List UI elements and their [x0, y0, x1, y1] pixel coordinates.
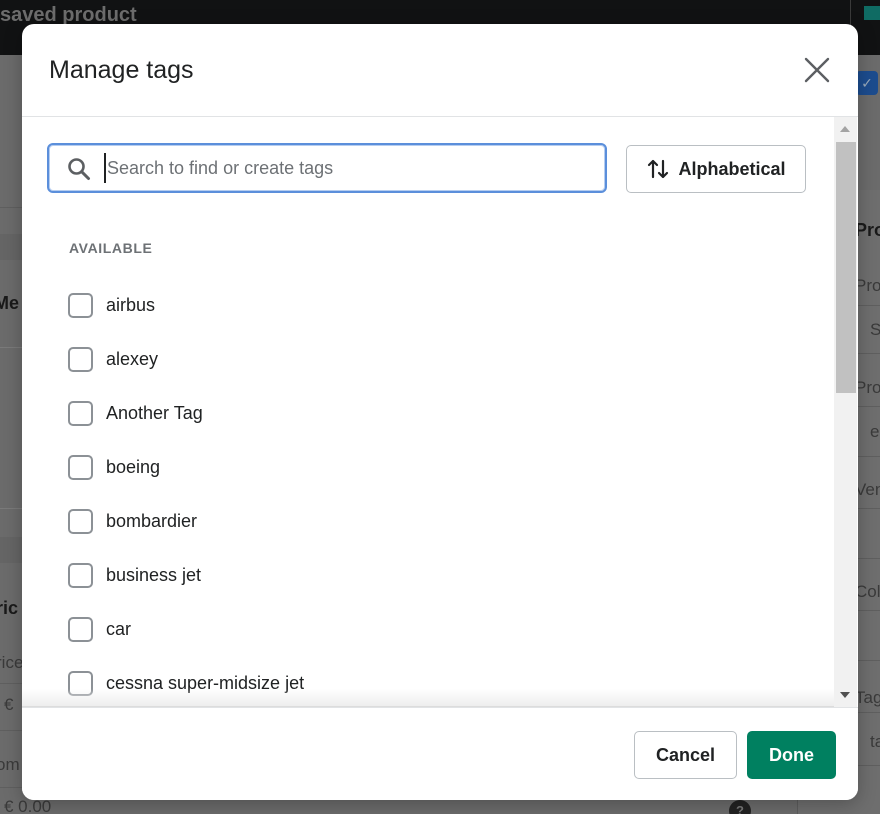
- background-field-value: e: [870, 422, 880, 441]
- tag-label: bombardier: [106, 510, 198, 531]
- sort-arrows-icon: [648, 159, 669, 179]
- search-field[interactable]: [47, 143, 607, 193]
- search-icon: [68, 158, 90, 180]
- background-divider: [0, 207, 22, 208]
- background-product-heading: Pro: [855, 220, 880, 240]
- help-icon: ?: [729, 800, 751, 814]
- background-band: [0, 234, 22, 260]
- background-divider: [0, 730, 22, 731]
- background-divider: [856, 558, 880, 559]
- background-vendor-label: Ven: [855, 480, 880, 499]
- background-divider: [0, 508, 22, 509]
- background-divider: [856, 660, 880, 661]
- tag-checkbox[interactable]: [68, 400, 93, 426]
- tag-option[interactable]: car: [68, 602, 828, 656]
- background-compare-label: om: [0, 755, 20, 774]
- tag-option[interactable]: bombardier: [68, 494, 828, 548]
- tag-label: car: [106, 618, 132, 639]
- close-icon: [804, 57, 830, 83]
- background-divider: [856, 712, 880, 713]
- background-divider: [0, 683, 22, 684]
- flag-icon: [864, 6, 880, 20]
- background-checkbox-checked-icon: ✓: [856, 71, 878, 95]
- tag-label: alexey: [106, 348, 159, 369]
- tag-checkbox[interactable]: [68, 454, 93, 480]
- background-product-label: Pro: [855, 378, 880, 397]
- modal-title: Manage tags: [49, 56, 194, 84]
- background-tags-label: Tag: [855, 688, 880, 707]
- manage-tags-modal: Manage tags Alphabetical AVAILABLE: [22, 24, 858, 800]
- tag-checkbox[interactable]: [68, 562, 93, 588]
- available-section-heading: AVAILABLE: [69, 240, 153, 256]
- tag-checkbox[interactable]: [68, 508, 93, 534]
- background-collections-label: Col: [855, 582, 880, 601]
- tag-option[interactable]: boeing: [68, 440, 828, 494]
- background-currency: €: [4, 695, 14, 714]
- background-band: [0, 537, 22, 563]
- done-button[interactable]: Done: [747, 731, 836, 779]
- close-button[interactable]: [802, 55, 832, 85]
- cancel-button[interactable]: Cancel: [634, 731, 737, 779]
- scroll-fade: [22, 689, 834, 707]
- background-divider: [856, 406, 880, 407]
- tag-checkbox[interactable]: [68, 616, 93, 642]
- background-media-heading: Me: [0, 293, 20, 313]
- tag-label: business jet: [106, 564, 202, 585]
- tag-option[interactable]: alexey: [68, 332, 828, 386]
- tag-option[interactable]: business jet: [68, 548, 828, 602]
- tag-list: airbus alexey Another Tag boeing bombard…: [68, 278, 828, 707]
- background-product-label: Pro: [855, 276, 880, 295]
- modal-header: Manage tags: [22, 24, 858, 117]
- background-divider: [856, 765, 880, 766]
- background-divider: [856, 610, 880, 611]
- tag-label: Another Tag: [106, 402, 203, 423]
- scrollbar-thumb[interactable]: [836, 142, 856, 393]
- scrollbar[interactable]: [834, 117, 857, 707]
- tag-label: boeing: [106, 456, 161, 477]
- search-input[interactable]: [104, 153, 594, 183]
- background-tags-value: ta: [870, 732, 880, 751]
- tag-checkbox[interactable]: [68, 346, 93, 372]
- background-pricing-heading: ric: [0, 598, 19, 618]
- tag-option[interactable]: airbus: [68, 278, 828, 332]
- modal-body: Alphabetical AVAILABLE airbus alexey Ano…: [22, 117, 858, 707]
- tag-label: airbus: [106, 294, 156, 315]
- background-divider: [856, 353, 880, 354]
- scroll-down-arrow-icon[interactable]: [834, 683, 857, 707]
- sort-button-label: Alphabetical: [678, 158, 786, 179]
- sort-alphabetical-button[interactable]: Alphabetical: [626, 145, 806, 193]
- modal-footer: Cancel Done: [22, 707, 858, 800]
- background-divider: [0, 347, 22, 348]
- background-price-label: rice: [0, 653, 24, 672]
- background-field-value: S: [870, 320, 880, 339]
- tag-option[interactable]: Another Tag: [68, 386, 828, 440]
- tag-checkbox[interactable]: [68, 292, 93, 318]
- background-divider: [856, 508, 880, 509]
- scroll-up-arrow-icon[interactable]: [834, 117, 857, 141]
- background-divider: [856, 456, 880, 457]
- background-divider: [856, 305, 880, 306]
